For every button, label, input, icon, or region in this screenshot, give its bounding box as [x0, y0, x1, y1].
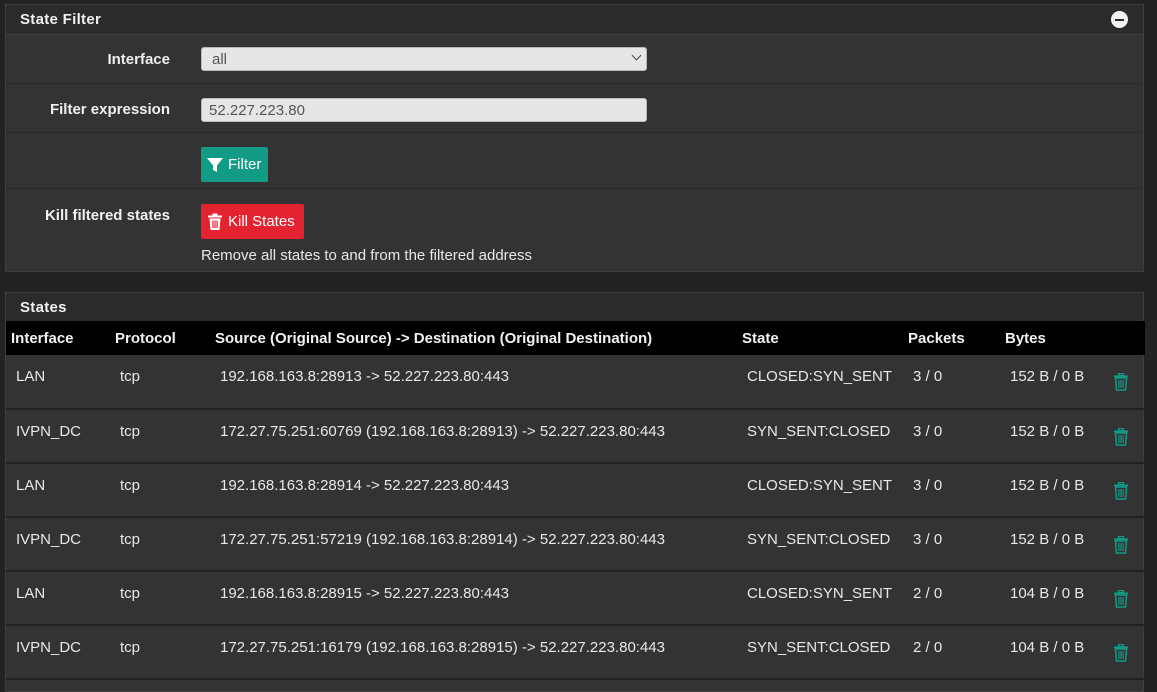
cell-bytes: 152 B / 0 B — [1010, 477, 1085, 494]
state-filter-title: State Filter — [20, 11, 102, 28]
cell-packets: 2 / 0 — [913, 639, 943, 656]
cell-packets: 3 / 0 — [913, 531, 943, 548]
column-header-state[interactable]: State — [737, 321, 903, 355]
table-row: IVPN_DC tcp 172.27.75.251:60769 (192.168… — [6, 409, 1145, 463]
cell-packets: 2 / 0 — [913, 585, 943, 602]
cell-state: SYN_SENT:CLOSED — [747, 639, 891, 656]
trash-icon[interactable] — [1113, 372, 1129, 395]
states-table-header: Interface Protocol Source (Original Sour… — [6, 321, 1145, 355]
cell-bytes: 152 B / 0 B — [1010, 531, 1085, 548]
trash-icon[interactable] — [1113, 535, 1129, 558]
column-header-source-destination[interactable]: Source (Original Source) -> Destination … — [210, 321, 737, 355]
cell-protocol: tcp — [120, 477, 141, 494]
states-panel: States Interface Protocol Source (Origin… — [5, 292, 1145, 692]
interface-select-value: all — [212, 51, 228, 68]
cell-interface: LAN — [16, 585, 46, 602]
trash-icon[interactable] — [1113, 643, 1129, 666]
table-row: IVPN_DC tcp 172.27.75.251:57219 (192.168… — [6, 517, 1145, 571]
state-filter-heading: State Filter — [6, 5, 1143, 35]
interface-label: Interface — [107, 51, 170, 68]
cell-flow: 172.27.75.251:60769 (192.168.163.8:28913… — [220, 423, 665, 440]
kill-states-button-label: Kill States — [228, 213, 295, 230]
cell-actions — [1105, 571, 1145, 625]
cell-actions — [1105, 409, 1145, 463]
filter-button-label: Filter — [228, 156, 262, 173]
cell-flow: 192.168.163.8:28914 -> 52.227.223.80:443 — [220, 477, 510, 494]
cell-interface: LAN — [16, 477, 46, 494]
cell-state: CLOSED:SYN_SENT — [747, 477, 893, 494]
cell-state: SYN_SENT:CLOSED — [747, 423, 891, 440]
cell-bytes: 104 B / 0 B — [1010, 585, 1085, 602]
cell-actions — [1105, 463, 1145, 517]
column-header-packets[interactable]: Packets — [903, 321, 1000, 355]
table-row: LAN tcp 192.168.163.8:28914 -> 52.227.22… — [6, 463, 1145, 517]
cell-protocol: tcp — [120, 423, 141, 440]
cell-flow: 172.27.75.251:57219 (192.168.163.8:28914… — [220, 531, 665, 548]
filter-expression-value: 52.227.223.80 — [209, 102, 305, 119]
interface-select[interactable]: all — [201, 47, 647, 71]
states-title: States — [20, 298, 67, 316]
cell-flow: 172.27.75.251:16179 (192.168.163.8:28915… — [220, 639, 665, 656]
cell-interface: IVPN_DC — [16, 531, 82, 548]
filter-button-row: Filter — [6, 133, 1143, 189]
kill-states-button[interactable]: Kill States — [201, 204, 304, 239]
cell-state: CLOSED:SYN_SENT — [747, 585, 893, 602]
column-header-protocol[interactable]: Protocol — [110, 321, 210, 355]
column-header-actions — [1105, 321, 1145, 355]
cell-interface: LAN — [16, 368, 46, 385]
cell-actions — [1105, 625, 1145, 679]
filter-expression-input[interactable]: 52.227.223.80 — [201, 98, 647, 122]
cell-packets: 3 / 0 — [913, 423, 943, 440]
trash-icon[interactable] — [1113, 589, 1129, 612]
trash-icon — [208, 213, 222, 230]
cell-flow: 192.168.163.8:28915 -> 52.227.223.80:443 — [220, 585, 510, 602]
cell-protocol: tcp — [120, 368, 141, 385]
states-heading: States — [6, 293, 1143, 321]
cell-actions — [1105, 517, 1145, 571]
minus-circle-icon[interactable] — [1111, 11, 1128, 28]
cell-state: SYN_SENT:CLOSED — [747, 531, 891, 548]
cell-interface: IVPN_DC — [16, 423, 82, 440]
filter-icon — [207, 157, 223, 172]
cell-packets: 3 / 0 — [913, 477, 943, 494]
cell-interface: IVPN_DC — [16, 639, 82, 656]
cell-bytes: 152 B / 0 B — [1010, 368, 1085, 385]
filter-expression-label: Filter expression — [49, 101, 170, 118]
cell-protocol: tcp — [120, 531, 141, 548]
cell-bytes: 152 B / 0 B — [1010, 423, 1085, 440]
cell-flow: 192.168.163.8:28913 -> 52.227.223.80:443 — [220, 368, 510, 385]
cell-state: CLOSED:SYN_SENT — [747, 368, 893, 385]
table-row: LAN tcp 192.168.163.8:28915 -> 52.227.22… — [6, 571, 1145, 625]
column-header-interface[interactable]: Interface — [6, 321, 110, 355]
interface-row: Interface all — [6, 35, 1143, 84]
states-table: Interface Protocol Source (Original Sour… — [6, 321, 1145, 680]
filter-expression-row: Filter expression 52.227.223.80 — [6, 84, 1143, 133]
cell-actions — [1105, 355, 1145, 409]
trash-icon[interactable] — [1113, 427, 1129, 450]
filter-button[interactable]: Filter — [201, 147, 268, 182]
cell-protocol: tcp — [120, 585, 141, 602]
table-row: LAN tcp 192.168.163.8:28913 -> 52.227.22… — [6, 355, 1145, 409]
trash-icon[interactable] — [1113, 481, 1129, 504]
table-row: IVPN_DC tcp 172.27.75.251:16179 (192.168… — [6, 625, 1145, 679]
cell-bytes: 104 B / 0 B — [1010, 639, 1085, 656]
column-header-bytes[interactable]: Bytes — [1000, 321, 1105, 355]
cell-packets: 3 / 0 — [913, 368, 943, 385]
kill-filtered-states-label: Kill filtered states — [44, 207, 170, 224]
kill-states-help-text: Remove all states to and from the filter… — [201, 247, 532, 264]
chevron-down-icon — [631, 50, 642, 61]
state-filter-panel: State Filter Interface all Filter expres… — [5, 4, 1144, 272]
cell-protocol: tcp — [120, 639, 141, 656]
kill-states-row: Kill filtered states Kill States Remove … — [6, 189, 1143, 273]
